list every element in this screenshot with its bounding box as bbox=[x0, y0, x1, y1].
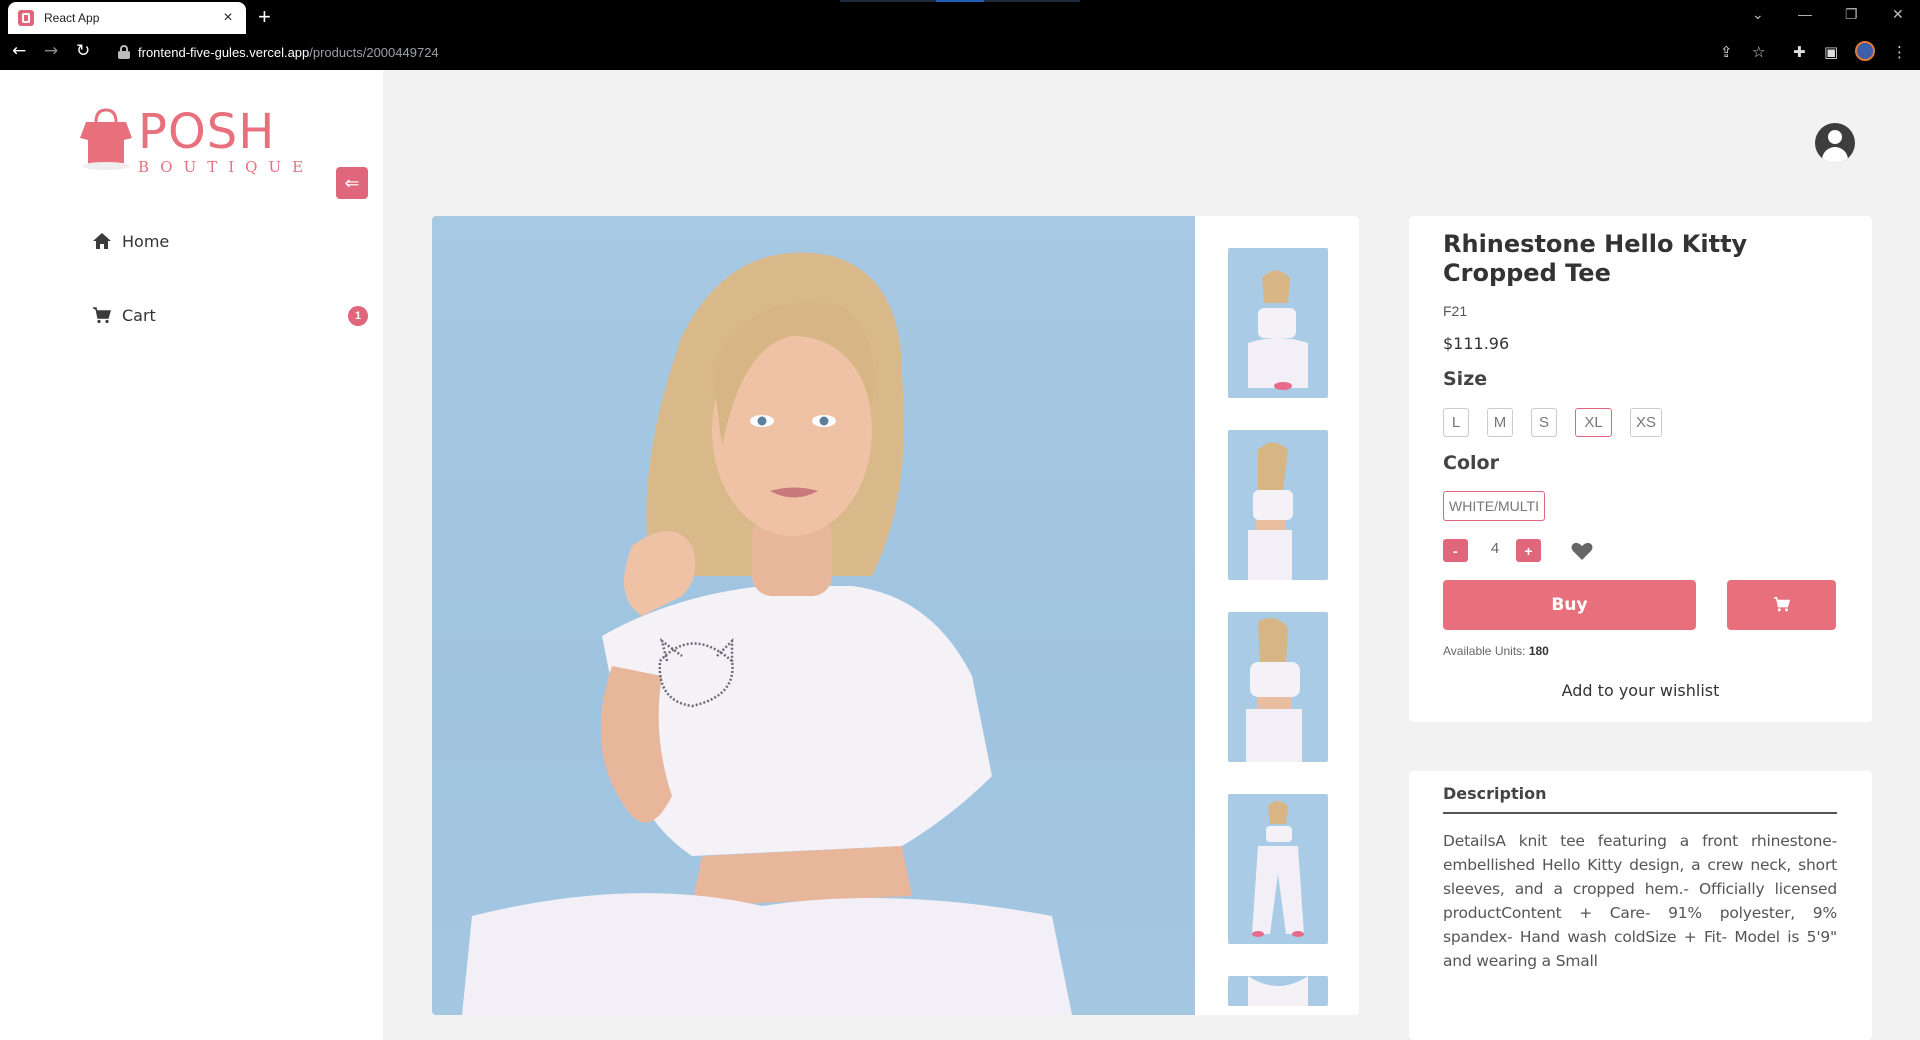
tab-title: React App bbox=[44, 11, 100, 25]
forward-icon[interactable]: → bbox=[44, 41, 58, 61]
url-field[interactable]: frontend-five-gules.vercel.app/products/… bbox=[108, 37, 1758, 67]
add-to-wishlist-link[interactable]: Add to your wishlist bbox=[1409, 681, 1872, 700]
product-thumbnail[interactable] bbox=[1228, 430, 1328, 580]
reload-icon[interactable]: ↻ bbox=[76, 41, 90, 61]
size-option-xs[interactable]: XS bbox=[1630, 408, 1663, 437]
thumbnail-strip bbox=[1195, 216, 1359, 1015]
url-path: /products/2000449724 bbox=[309, 44, 439, 60]
favicon-icon bbox=[18, 10, 34, 26]
size-option-l[interactable]: L bbox=[1443, 408, 1469, 437]
quantity-decrease-button[interactable]: - bbox=[1443, 539, 1468, 562]
size-option-s[interactable]: S bbox=[1531, 408, 1557, 437]
size-options: L M S XL XS bbox=[1443, 408, 1666, 437]
product-info-card: Rhinestone Hello Kitty Cropped Tee F21 $… bbox=[1409, 216, 1872, 722]
size-option-xl[interactable]: XL bbox=[1575, 408, 1612, 437]
close-window-icon[interactable]: ✕ bbox=[1892, 6, 1904, 23]
product-thumbnail[interactable] bbox=[1228, 976, 1328, 1006]
restore-icon[interactable]: ❐ bbox=[1845, 6, 1858, 23]
sidebar-item-label: Home bbox=[122, 231, 170, 251]
available-units-label: Available Units: bbox=[1443, 644, 1529, 658]
arrow-left-icon: ⇐ bbox=[344, 173, 360, 193]
product-thumbnail[interactable] bbox=[1228, 794, 1328, 944]
profile-avatar[interactable] bbox=[1855, 41, 1875, 61]
size-option-m[interactable]: M bbox=[1487, 408, 1513, 437]
color-label: Color bbox=[1443, 452, 1499, 474]
back-icon[interactable]: ← bbox=[12, 41, 26, 61]
size-label: Size bbox=[1443, 368, 1488, 390]
available-units: Available Units: 180 bbox=[1443, 644, 1549, 658]
product-brand: F21 bbox=[1443, 303, 1468, 319]
quantity-increase-button[interactable]: + bbox=[1516, 539, 1541, 562]
tab-close-icon[interactable]: × bbox=[220, 9, 236, 27]
product-price: $111.96 bbox=[1443, 334, 1510, 353]
share-icon[interactable]: ⇪ bbox=[1720, 43, 1733, 61]
cart-count-badge: 1 bbox=[348, 306, 368, 326]
tab-strip-accent-active bbox=[936, 0, 984, 2]
cart-icon bbox=[93, 307, 111, 324]
description-card: Description DetailsA knit tee featuring … bbox=[1409, 771, 1872, 1040]
new-tab-icon[interactable]: + bbox=[258, 5, 271, 29]
browser-tab-bar: React App × + ⌄ — ❐ ✕ bbox=[0, 0, 1920, 34]
home-icon bbox=[93, 233, 111, 249]
sidebar-item-home[interactable]: Home bbox=[92, 226, 368, 256]
tab-search-icon[interactable]: ⌄ bbox=[1752, 6, 1764, 23]
lock-icon[interactable] bbox=[118, 45, 130, 59]
sidebar-item-cart[interactable]: Cart 1 bbox=[92, 300, 368, 330]
product-thumbnail[interactable] bbox=[1228, 612, 1328, 762]
product-gallery bbox=[432, 216, 1359, 1015]
shopping-bag-logo-icon bbox=[80, 108, 132, 170]
buy-button[interactable]: Buy bbox=[1443, 580, 1696, 630]
model-illustration bbox=[462, 252, 1072, 1015]
heart-icon[interactable] bbox=[1571, 541, 1593, 561]
sidebar-item-label: Cart bbox=[122, 305, 156, 325]
address-bar: ← → ↻ frontend-five-gules.vercel.app/pro… bbox=[0, 34, 1920, 70]
side-panel-icon[interactable]: ▣ bbox=[1824, 43, 1838, 61]
menu-kebab-icon[interactable]: ⋮ bbox=[1892, 43, 1907, 61]
product-thumbnail[interactable] bbox=[1228, 248, 1328, 398]
add-to-cart-button[interactable] bbox=[1727, 580, 1836, 630]
minimize-icon[interactable]: — bbox=[1798, 6, 1812, 22]
browser-tab[interactable]: React App × bbox=[8, 2, 246, 34]
user-account-icon[interactable] bbox=[1815, 123, 1855, 163]
cart-icon bbox=[1773, 596, 1790, 611]
main-product-image[interactable] bbox=[432, 216, 1195, 1015]
product-title: Rhinestone Hello Kitty Cropped Tee bbox=[1443, 230, 1748, 287]
bookmark-star-icon[interactable]: ☆ bbox=[1752, 43, 1765, 61]
sidebar: POSH BOUTIQUE ⇐ Home Cart 1 bbox=[0, 70, 383, 1040]
available-units-value: 180 bbox=[1528, 644, 1549, 658]
collapse-sidebar-button[interactable]: ⇐ bbox=[336, 167, 368, 199]
extensions-icon[interactable]: ✚ bbox=[1793, 43, 1806, 61]
url-host: frontend-five-gules.vercel.app bbox=[138, 44, 310, 60]
description-title: Description bbox=[1443, 784, 1547, 803]
color-option[interactable]: WHITE/MULTI bbox=[1443, 491, 1545, 521]
logo-wordmark: POSH bbox=[138, 104, 276, 160]
brand-logo[interactable]: POSH BOUTIQUE bbox=[74, 98, 314, 188]
quantity-value: 4 bbox=[1490, 540, 1500, 557]
description-body: DetailsA knit tee featuring a front rhin… bbox=[1443, 832, 1837, 970]
description-divider bbox=[1443, 812, 1837, 814]
logo-subtitle: BOUTIQUE bbox=[138, 158, 315, 176]
